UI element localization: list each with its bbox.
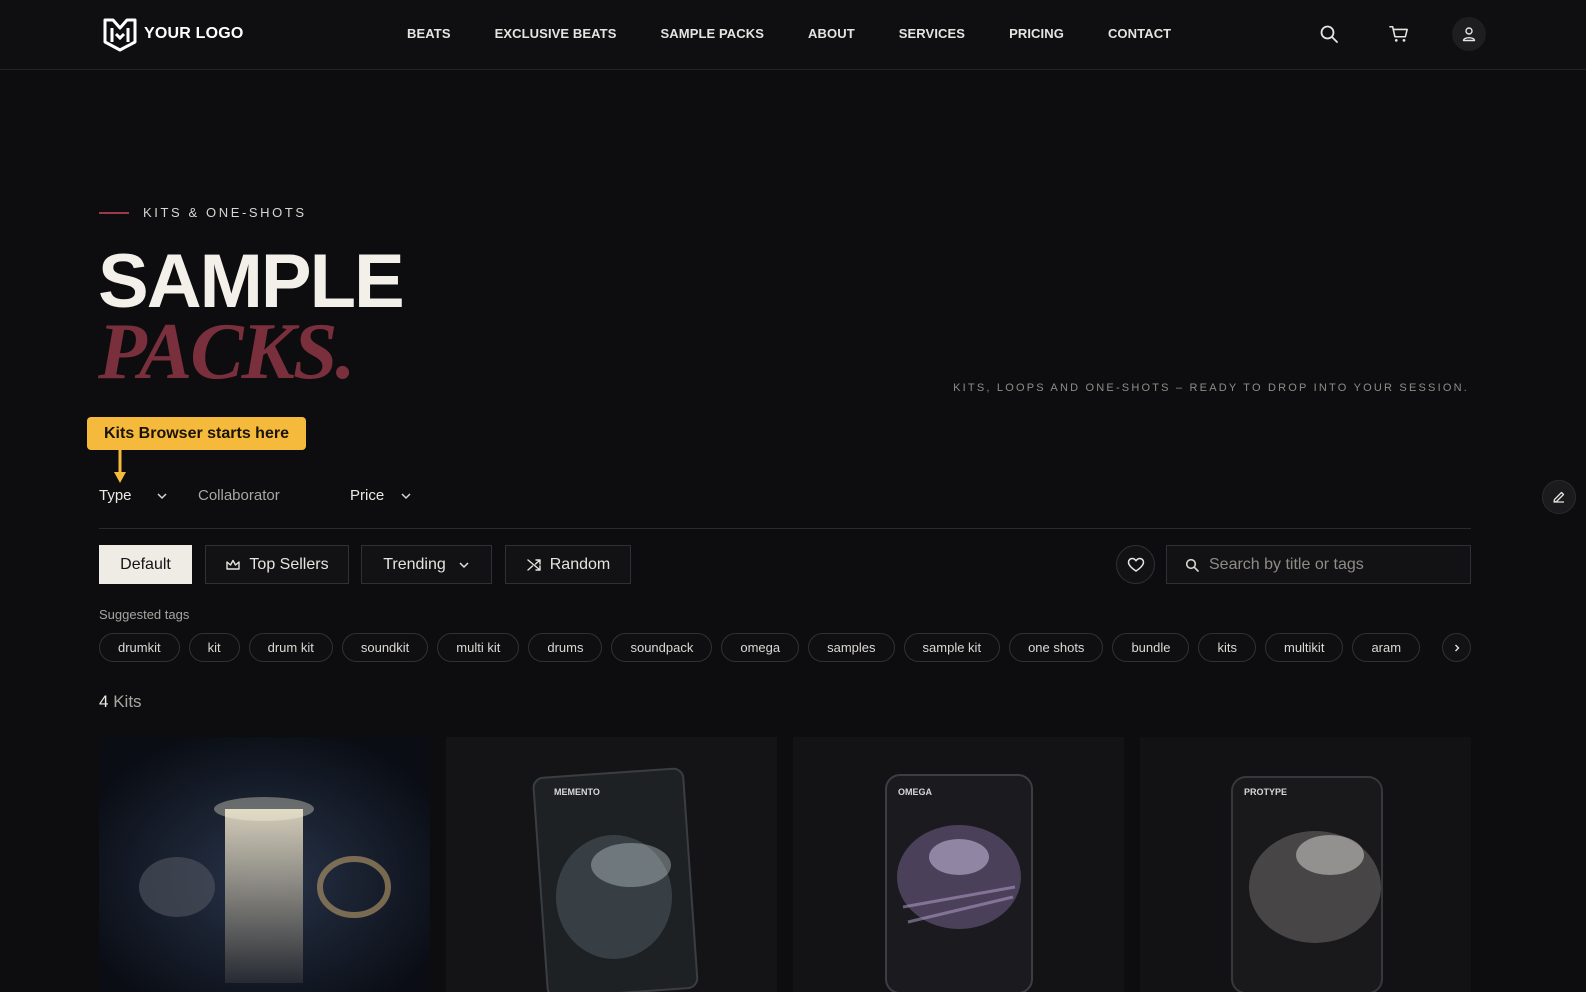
heart-icon bbox=[1127, 557, 1144, 572]
onboarding-tooltip: Kits Browser starts here bbox=[87, 417, 306, 450]
search-icon bbox=[1320, 25, 1338, 43]
nav-contact[interactable]: CONTACT bbox=[1108, 26, 1171, 41]
user-icon bbox=[1462, 27, 1476, 42]
search-input[interactable] bbox=[1209, 555, 1459, 574]
results-count-unit: Kits bbox=[113, 692, 142, 711]
page-title-line2: PACKS. bbox=[98, 308, 355, 396]
arrow-down-icon bbox=[114, 450, 126, 483]
nav-sample-packs[interactable]: SAMPLE PACKS bbox=[661, 26, 765, 41]
search-button[interactable] bbox=[1312, 17, 1346, 51]
kit-cover-image: MEMENTO bbox=[446, 737, 777, 992]
sort-default-button[interactable]: Default bbox=[99, 545, 192, 584]
eyebrow-text: KITS & ONE-SHOTS bbox=[143, 205, 307, 220]
sort-random-button[interactable]: Random bbox=[505, 545, 631, 584]
tag-chip[interactable]: kits bbox=[1198, 633, 1256, 662]
kit-cover-image bbox=[99, 737, 430, 992]
kit-card[interactable] bbox=[99, 737, 430, 992]
card-cover-label: OMEGA bbox=[898, 787, 933, 797]
sort-trending-button[interactable]: Trending bbox=[361, 545, 492, 584]
results-count: 4 Kits bbox=[99, 692, 142, 712]
card-cover-label: PROTYPE bbox=[1244, 787, 1287, 797]
tag-chip[interactable]: aram bbox=[1352, 633, 1421, 662]
tag-chip[interactable]: one shots bbox=[1009, 633, 1104, 662]
cart-button[interactable] bbox=[1382, 17, 1416, 51]
chevron-right-icon bbox=[1454, 644, 1459, 651]
card-cover-label: MEMENTO bbox=[554, 787, 600, 797]
tag-chip[interactable]: samples bbox=[808, 633, 895, 662]
filter-type-label: Type bbox=[99, 487, 132, 504]
hero-eyebrow: KITS & ONE-SHOTS bbox=[99, 205, 307, 220]
tag-chip[interactable]: soundpack bbox=[611, 633, 713, 662]
filter-collaborator[interactable]: Collaborator bbox=[198, 487, 280, 504]
tag-chip[interactable]: drumkit bbox=[99, 633, 180, 662]
tag-chip[interactable]: kit bbox=[188, 633, 240, 662]
header-actions bbox=[1312, 17, 1486, 51]
tag-chip[interactable]: drums bbox=[528, 633, 603, 662]
kit-card[interactable]: MEMENTO bbox=[446, 737, 777, 992]
tags-next-button[interactable] bbox=[1442, 633, 1471, 662]
edit-button[interactable] bbox=[1542, 480, 1576, 514]
tag-chip[interactable]: sample kit bbox=[903, 633, 1001, 662]
favorites-button[interactable] bbox=[1116, 545, 1155, 584]
kit-card[interactable]: PROTYPE bbox=[1140, 737, 1471, 992]
tag-chip[interactable]: drum kit bbox=[248, 633, 333, 662]
kit-cover-image: OMEGA bbox=[793, 737, 1124, 992]
sort-top-sellers-button[interactable]: Top Sellers bbox=[205, 545, 349, 584]
filter-price[interactable]: Price bbox=[350, 487, 412, 504]
eyebrow-line bbox=[99, 211, 129, 214]
nav-pricing[interactable]: PRICING bbox=[1009, 26, 1064, 41]
chevron-down-icon bbox=[459, 561, 469, 568]
logo-text: YOUR LOGO bbox=[144, 25, 244, 42]
logo-icon bbox=[103, 18, 137, 52]
tag-chip[interactable]: multikit bbox=[1264, 633, 1344, 662]
sort-top-sellers-label: Top Sellers bbox=[249, 555, 329, 573]
kit-card[interactable]: OMEGA bbox=[793, 737, 1124, 992]
suggested-tags-label: Suggested tags bbox=[99, 607, 190, 622]
sort-default-label: Default bbox=[120, 555, 171, 573]
sort-trending-label: Trending bbox=[383, 555, 446, 573]
suggested-tags: drumkit kit drum kit soundkit multi kit … bbox=[99, 633, 1421, 662]
nav-services[interactable]: SERVICES bbox=[899, 26, 965, 41]
kit-cover-image: PROTYPE bbox=[1140, 737, 1471, 992]
pencil-icon bbox=[1553, 491, 1565, 503]
sort-random-label: Random bbox=[549, 555, 611, 573]
chevron-down-icon bbox=[401, 492, 411, 499]
tag-chip[interactable]: soundkit bbox=[341, 633, 429, 662]
cart-icon bbox=[1389, 25, 1408, 42]
hero-tagline: KITS, LOOPS AND ONE-SHOTS – READY TO DRO… bbox=[953, 382, 1469, 394]
kits-search bbox=[1166, 545, 1471, 584]
filter-bar: Type Collaborator Price bbox=[99, 487, 1471, 529]
logo[interactable]: YOUR LOGO bbox=[102, 16, 244, 52]
nav-exclusive-beats[interactable]: EXCLUSIVE BEATS bbox=[495, 26, 617, 41]
tag-chip[interactable]: multi kit bbox=[437, 633, 520, 662]
main-nav: BEATS EXCLUSIVE BEATS SAMPLE PACKS ABOUT… bbox=[407, 26, 1215, 41]
chevron-down-icon bbox=[157, 492, 167, 499]
shuffle-icon bbox=[527, 558, 541, 571]
sort-bar: Default Top Sellers Trending Random bbox=[99, 545, 1471, 585]
nav-beats[interactable]: BEATS bbox=[407, 26, 451, 41]
nav-about[interactable]: ABOUT bbox=[808, 26, 855, 41]
tag-chip[interactable]: omega bbox=[721, 633, 800, 662]
search-icon bbox=[1185, 558, 1199, 572]
results-count-number: 4 bbox=[99, 692, 109, 711]
account-button[interactable] bbox=[1452, 17, 1486, 51]
tag-chip[interactable]: bundle bbox=[1112, 633, 1190, 662]
site-header: YOUR LOGO BEATS EXCLUSIVE BEATS SAMPLE P… bbox=[0, 0, 1586, 70]
crown-icon bbox=[226, 559, 241, 570]
filter-collaborator-label: Collaborator bbox=[198, 487, 280, 504]
filter-type[interactable]: Type bbox=[99, 487, 168, 504]
filter-price-label: Price bbox=[350, 487, 385, 504]
